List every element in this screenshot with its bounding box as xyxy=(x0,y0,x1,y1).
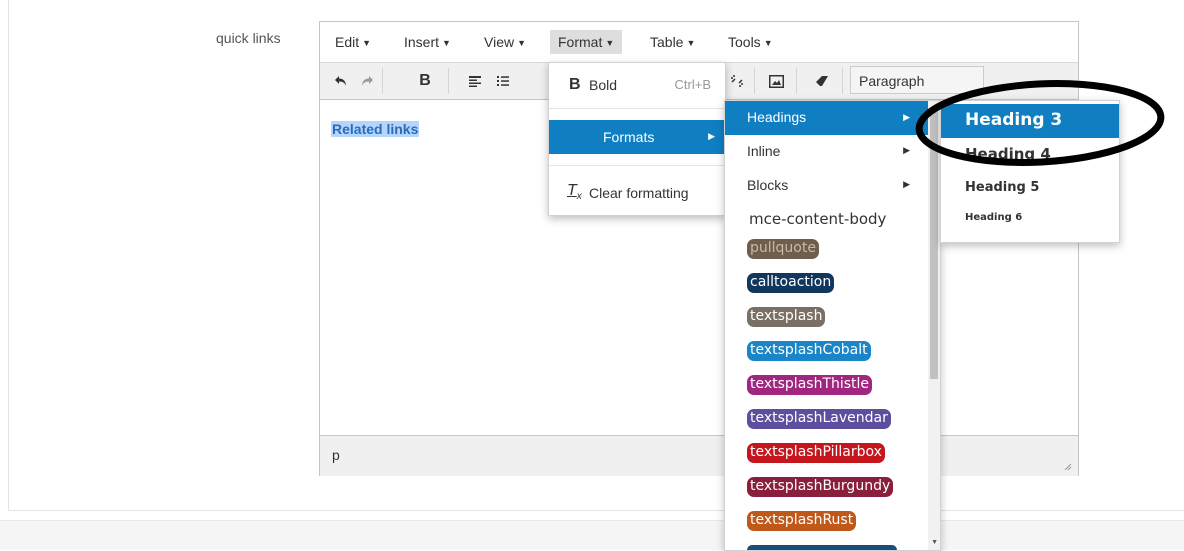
submenu-item-content-body[interactable]: mce-content-body xyxy=(725,203,928,237)
bold-icon[interactable]: B xyxy=(412,68,438,94)
submenu-scrollbar[interactable]: ▼ xyxy=(928,101,940,550)
caret-down-icon: ▼ xyxy=(686,38,696,48)
caret-down-icon: ▼ xyxy=(442,38,451,48)
menu-divider xyxy=(549,165,725,166)
style-item-textsplash-burgundy[interactable]: textsplashBurgundy xyxy=(725,477,928,511)
format-menu: B Bold Ctrl+B Formats ▶ Tx Clear formatt… xyxy=(548,62,726,216)
scroll-down-icon[interactable]: ▼ xyxy=(931,539,938,546)
editor-menubar: Edit ▼ Insert ▼ View ▼ Format ▼ Table ▼ Tools… xyxy=(320,22,1078,63)
scrollbar-thumb[interactable] xyxy=(930,111,938,379)
clear-formatting-icon: Tx xyxy=(567,182,582,203)
style-pill: textsplashLavendar xyxy=(747,409,891,429)
toolbar-separator xyxy=(796,68,797,94)
image-icon[interactable] xyxy=(763,68,789,94)
style-item-textsplash-pillarbox[interactable]: textsplashPillarbox xyxy=(725,443,928,477)
menu-view[interactable]: View ▼ xyxy=(476,30,534,54)
style-item-textsplash-lavendar[interactable]: textsplashLavendar xyxy=(725,409,928,443)
block-format-select[interactable]: Paragraph xyxy=(850,66,984,94)
heading-item-3[interactable]: Heading 3 xyxy=(941,104,1119,138)
menu-item-formats[interactable]: Formats ▶ xyxy=(549,120,725,154)
shortcut-label: Ctrl+B xyxy=(674,77,711,92)
menu-insert[interactable]: Insert ▼ xyxy=(396,30,459,54)
submenu-item-inline[interactable]: Inline ▶ xyxy=(725,134,928,168)
eraser-icon[interactable] xyxy=(809,68,835,94)
style-pill: textsplashBurgundy xyxy=(747,477,894,497)
style-item-textsplash-cobalt[interactable]: textsplashCobalt xyxy=(725,341,928,375)
style-pill: textsplashPillarbox xyxy=(747,443,885,463)
style-pill: textsplashThistle xyxy=(747,375,873,395)
formats-submenu: Headings ▶ Inline ▶ Blocks ▶ mce-content… xyxy=(724,100,941,551)
menu-edit[interactable]: Edit ▼ xyxy=(327,30,379,54)
style-pill xyxy=(747,545,897,550)
menu-table[interactable]: Table ▼ xyxy=(642,30,703,54)
menu-item-clear-formatting[interactable]: Tx Clear formatting xyxy=(549,175,725,209)
style-pill: pullquote xyxy=(747,239,819,259)
heading-item-6[interactable]: Heading 6 xyxy=(941,207,1119,231)
bullet-list-icon[interactable] xyxy=(490,68,516,94)
style-item-pullquote[interactable]: pullquote xyxy=(725,239,928,273)
menu-item-bold[interactable]: B Bold Ctrl+B xyxy=(549,68,725,102)
toolbar-separator xyxy=(382,68,383,94)
editor-statusbar: p xyxy=(320,435,1078,476)
redo-icon[interactable] xyxy=(354,68,380,94)
caret-down-icon: ▼ xyxy=(763,38,773,48)
submenu-item-headings[interactable]: Headings ▶ xyxy=(725,101,928,135)
style-item-calltoaction[interactable]: calltoaction xyxy=(725,273,928,307)
caret-down-icon: ▼ xyxy=(517,38,527,48)
style-pill: calltoaction xyxy=(747,273,835,293)
chevron-right-icon: ▶ xyxy=(903,145,910,155)
field-label: quick links xyxy=(216,30,281,46)
menu-tools[interactable]: Tools ▼ xyxy=(720,30,781,54)
menu-format[interactable]: Format ▼ xyxy=(550,30,623,54)
submenu-item-blocks[interactable]: Blocks ▶ xyxy=(725,168,928,202)
undo-icon[interactable] xyxy=(328,68,354,94)
align-left-icon[interactable] xyxy=(462,68,488,94)
unlink-icon[interactable] xyxy=(724,68,750,94)
style-pill: textsplashRust xyxy=(747,511,857,531)
caret-down-icon: ▼ xyxy=(362,38,372,48)
style-item-textsplash[interactable]: textsplash xyxy=(725,307,928,341)
style-pill: textsplashCobalt xyxy=(747,341,871,361)
menu-divider xyxy=(549,108,725,109)
selected-text: Related links xyxy=(331,121,420,137)
style-item-textsplash-rust[interactable]: textsplashRust xyxy=(725,511,928,545)
toolbar-separator xyxy=(842,68,843,94)
chevron-right-icon: ▶ xyxy=(903,112,910,122)
toolbar-separator xyxy=(448,68,449,94)
footer-strip xyxy=(0,520,1184,550)
bold-icon: B xyxy=(569,76,581,93)
toolbar-separator xyxy=(754,68,755,94)
caret-down-icon: ▼ xyxy=(605,38,615,48)
chevron-right-icon: ▶ xyxy=(903,179,910,189)
style-pill: textsplash xyxy=(747,307,826,327)
heading-item-5[interactable]: Heading 5 xyxy=(941,175,1119,201)
heading-item-4[interactable]: Heading 4 xyxy=(941,141,1119,169)
style-item-textsplash-thistle[interactable]: textsplashThistle xyxy=(725,375,928,409)
resize-handle-icon[interactable] xyxy=(1062,461,1072,471)
style-item-partial[interactable] xyxy=(725,541,928,550)
chevron-right-icon: ▶ xyxy=(708,131,715,141)
headings-submenu: Heading 3 Heading 4 Heading 5 Heading 6 xyxy=(940,100,1120,243)
element-path[interactable]: p xyxy=(332,447,340,463)
